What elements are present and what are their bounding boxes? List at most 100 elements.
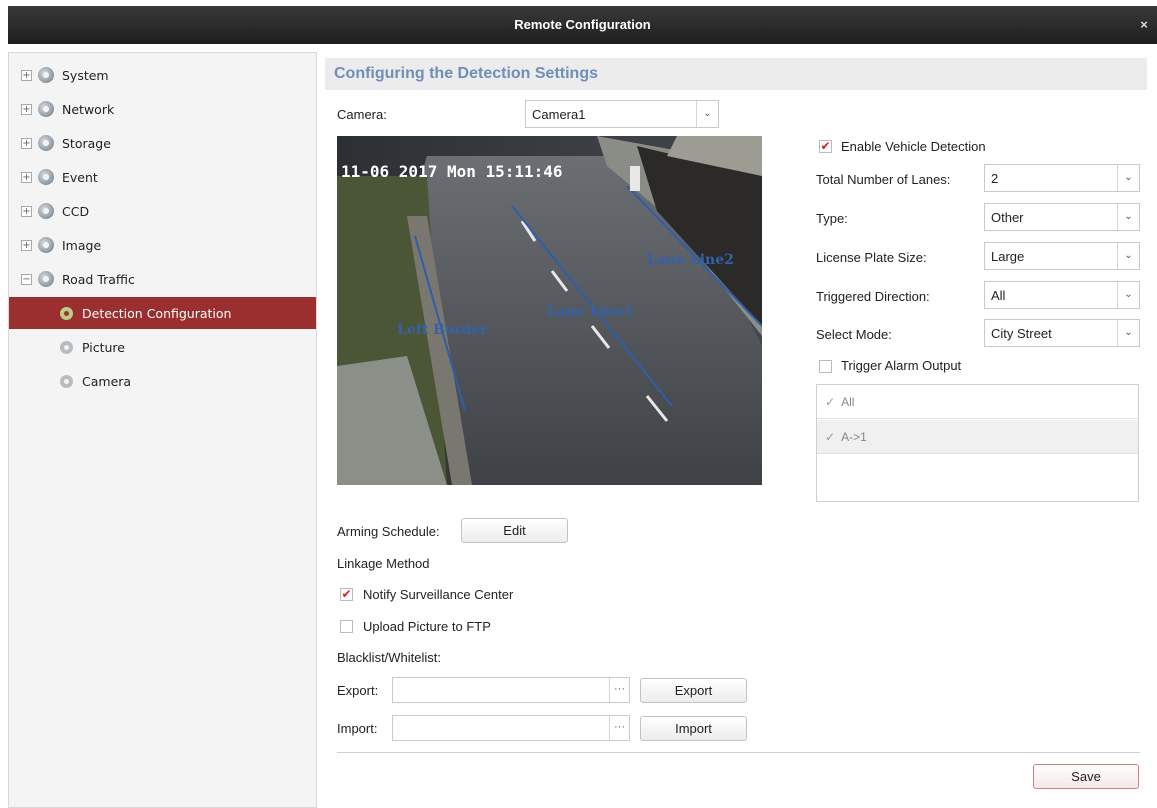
overlay-lane-line1: Lane Line1 — [547, 304, 634, 320]
expand-icon[interactable]: + — [21, 239, 32, 251]
chevron-down-icon[interactable]: ⌄ — [1117, 282, 1139, 308]
expand-icon[interactable]: + — [21, 205, 32, 217]
tree-item-camera[interactable]: Camera — [9, 365, 316, 397]
browse-icon[interactable]: ··· — [609, 716, 629, 740]
alarm-output-label: A->1 — [841, 429, 867, 444]
list-item[interactable]: ✓ A->1 — [817, 420, 1138, 454]
linkage-method-label: Linkage Method — [337, 556, 430, 571]
gear-icon — [60, 340, 73, 354]
license-plate-size-label: License Plate Size: — [816, 250, 927, 265]
expand-icon[interactable]: + — [21, 171, 32, 183]
tree-item-label: Network — [62, 101, 115, 117]
tree-item-label: Storage — [62, 135, 111, 151]
gear-icon — [60, 306, 73, 320]
import-path-input[interactable]: ··· — [392, 715, 630, 741]
export-button[interactable]: Export — [640, 678, 747, 703]
tree-item-label: CCD — [62, 203, 90, 219]
alarm-output-list: ✓ All ✓ A->1 — [816, 384, 1139, 502]
tree-item-network[interactable]: + Network — [9, 93, 316, 125]
gear-icon — [38, 271, 54, 287]
chevron-down-icon[interactable]: ⌄ — [696, 101, 718, 127]
video-preview[interactable]: 11-06 2017 Mon 15:11:46 Left Border Lane… — [337, 136, 762, 485]
upload-picture-ftp-checkbox[interactable] — [340, 620, 353, 633]
upload-picture-ftp-label: Upload Picture to FTP — [363, 619, 491, 634]
gear-icon — [60, 374, 73, 388]
import-label: Import: — [337, 721, 378, 736]
license-plate-size-select[interactable]: Large ⌄ — [984, 242, 1140, 270]
camera-select-value: Camera1 — [532, 106, 586, 122]
gear-icon — [38, 169, 54, 185]
gear-icon — [38, 237, 54, 253]
tree-item-ccd[interactable]: + CCD — [9, 195, 316, 227]
alarm-output-label: All — [841, 394, 855, 409]
trigger-alarm-output-checkbox[interactable] — [819, 360, 832, 373]
blacklist-whitelist-label: Blacklist/Whitelist: — [337, 650, 442, 665]
close-icon[interactable]: × — [1137, 6, 1151, 44]
tree-item-label: Road Traffic — [62, 271, 135, 287]
browse-icon[interactable]: ··· — [609, 678, 629, 702]
export-path-input[interactable]: ··· — [392, 677, 630, 703]
save-button[interactable]: Save — [1033, 764, 1139, 789]
export-label: Export: — [337, 683, 379, 698]
tree-item-picture[interactable]: Picture — [9, 331, 316, 363]
config-tree: + System + Network + Storage + Event + C… — [8, 52, 317, 808]
gear-icon — [38, 101, 54, 117]
chevron-down-icon[interactable]: ⌄ — [1117, 165, 1139, 191]
tree-item-detection-configuration[interactable]: Detection Configuration — [9, 297, 316, 329]
trigger-alarm-output-label: Trigger Alarm Output — [841, 358, 962, 373]
triggered-direction-label: Triggered Direction: — [816, 289, 930, 304]
tree-item-label: System — [62, 67, 109, 83]
tree-item-label: Image — [62, 237, 102, 253]
tree-item-image[interactable]: + Image — [9, 229, 316, 261]
collapse-icon[interactable]: − — [21, 273, 32, 285]
type-value: Other — [991, 209, 1024, 225]
tree-item-road-traffic[interactable]: − Road Traffic — [9, 263, 316, 295]
total-lanes-select[interactable]: 2 ⌄ — [984, 164, 1140, 192]
license-plate-size-value: Large — [991, 248, 1025, 264]
tree-item-storage[interactable]: + Storage — [9, 127, 316, 159]
tree-item-label: Camera — [82, 373, 132, 389]
page-title: Configuring the Detection Settings — [334, 65, 598, 82]
notify-surveillance-center-label: Notify Surveillance Center — [363, 587, 514, 602]
overlay-left-border: Left Border — [397, 322, 488, 338]
chevron-down-icon[interactable]: ⌄ — [1117, 204, 1139, 230]
expand-icon[interactable]: + — [21, 69, 32, 81]
tree-item-system[interactable]: + System — [9, 59, 316, 91]
edit-button[interactable]: Edit — [461, 518, 568, 543]
select-mode-select[interactable]: City Street ⌄ — [984, 319, 1140, 347]
gear-icon — [38, 203, 54, 219]
enable-vehicle-detection-label: Enable Vehicle Detection — [841, 139, 986, 154]
checkmark-icon[interactable]: ✓ — [825, 395, 835, 409]
tree-item-label: Event — [62, 169, 98, 185]
expand-icon[interactable]: + — [21, 137, 32, 149]
triggered-direction-value: All — [991, 287, 1006, 303]
import-button[interactable]: Import — [640, 716, 747, 741]
section-header: Configuring the Detection Settings — [325, 58, 1147, 90]
title-bar: Remote Configuration × — [8, 6, 1157, 44]
video-timestamp: 11-06 2017 Mon 15:11:46 — [341, 162, 563, 181]
select-mode-label: Select Mode: — [816, 327, 892, 342]
gear-icon — [38, 67, 54, 83]
camera-select[interactable]: Camera1 ⌄ — [525, 100, 719, 128]
camera-label: Camera: — [337, 107, 387, 122]
tree-item-label: Picture — [82, 339, 125, 355]
divider — [337, 752, 1140, 753]
notify-surveillance-center-checkbox[interactable]: ✔ — [340, 588, 353, 601]
total-lanes-value: 2 — [991, 170, 999, 186]
chevron-down-icon[interactable]: ⌄ — [1117, 320, 1139, 346]
chevron-down-icon[interactable]: ⌄ — [1117, 243, 1139, 269]
tree-item-event[interactable]: + Event — [9, 161, 316, 193]
expand-icon[interactable]: + — [21, 103, 32, 115]
arming-schedule-label: Arming Schedule: — [337, 524, 440, 539]
total-lanes-label: Total Number of Lanes: — [816, 172, 951, 187]
type-label: Type: — [816, 211, 848, 226]
type-select[interactable]: Other ⌄ — [984, 203, 1140, 231]
overlay-lane-line2: Lane Line2 — [647, 252, 734, 268]
gear-icon — [38, 135, 54, 151]
list-item[interactable]: ✓ All — [817, 385, 1138, 419]
triggered-direction-select[interactable]: All ⌄ — [984, 281, 1140, 309]
tree-item-label: Detection Configuration — [82, 305, 232, 321]
checkmark-icon[interactable]: ✓ — [825, 430, 835, 444]
window-title: Remote Configuration — [514, 17, 651, 32]
enable-vehicle-detection-checkbox[interactable]: ✔ — [819, 140, 832, 153]
